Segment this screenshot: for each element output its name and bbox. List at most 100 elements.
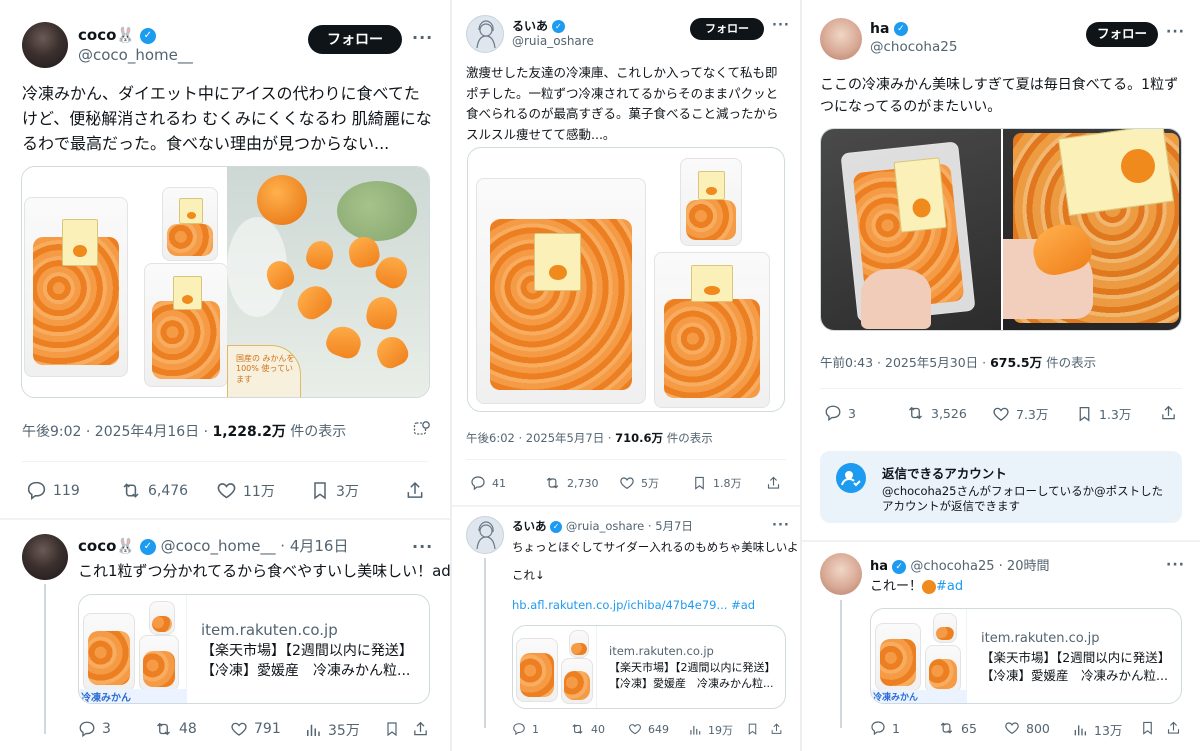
bookmark-button[interactable]: 3万 — [310, 480, 359, 501]
affiliate-link[interactable]: hb.afl.rakuten.co.jp/ichiba/47b4e79... — [512, 598, 727, 612]
more-icon[interactable]: ··· — [1166, 557, 1185, 573]
tweet-timestamp[interactable]: 午前0:43 · 2025年5月30日 · 675.5万 件の表示 — [820, 352, 1096, 371]
tweet-media[interactable] — [467, 147, 785, 412]
reply-text-2: これ↓ — [512, 568, 545, 582]
follow-button[interactable]: フォロー — [690, 18, 764, 40]
share-button[interactable] — [405, 480, 425, 501]
like-button[interactable]: 7.3万 — [992, 404, 1048, 423]
views-button[interactable]: 13万 — [1072, 720, 1122, 739]
person-check-icon — [836, 463, 866, 493]
translate-icon[interactable] — [413, 420, 431, 442]
tweet-media[interactable]: 国産の みかんを100% 使っています — [21, 166, 430, 398]
hand-photo — [821, 129, 1001, 330]
reply-icon — [471, 476, 485, 491]
bookmark-icon — [314, 482, 326, 500]
bookmark-button[interactable] — [1140, 720, 1155, 736]
repost-button[interactable]: 6,476 — [120, 480, 188, 501]
bookmark-button[interactable]: 1.8万 — [692, 475, 742, 491]
bookmark-button[interactable]: 1.3万 — [1076, 404, 1131, 423]
like-icon — [217, 483, 236, 499]
reply-button[interactable]: 3 — [78, 720, 111, 738]
bookmark-icon — [748, 723, 757, 735]
bookmark-icon — [1143, 721, 1152, 735]
reply-author-handle[interactable]: @coco_home__ — [161, 537, 276, 555]
bookmark-icon — [695, 476, 704, 490]
views-icon — [1074, 724, 1086, 735]
tweet-timestamp[interactable]: 午後9:02 · 2025年4月16日 · 1,228.2万 件の表示 — [22, 421, 346, 441]
link-card[interactable]: item.rakuten.co.jp 【楽天市場】【2週間以内に発送】 【冷凍】… — [512, 625, 786, 709]
tweet-timestamp[interactable]: 午後6:02 · 2025年5月7日 · 710.6万 件の表示 — [466, 430, 713, 446]
like-icon — [629, 724, 641, 735]
avatar[interactable] — [466, 15, 504, 53]
avatar[interactable] — [22, 22, 68, 68]
link-card[interactable]: 冷凍みかん item.rakuten.co.jp 【楽天市場】【2週間以内に発送… — [78, 594, 430, 704]
reply-button[interactable]: 119 — [26, 480, 80, 501]
share-button[interactable] — [412, 720, 429, 738]
share-button[interactable] — [766, 475, 781, 491]
reply-icon — [27, 481, 46, 500]
more-icon[interactable]: ··· — [412, 537, 433, 556]
repost-button[interactable]: 65 — [938, 720, 977, 736]
link-card[interactable]: 冷凍みかん item.rakuten.co.jp 【楽天市場】【2週間以内に発送… — [870, 608, 1182, 704]
reply-text: ちょっとほぐしてサイダー入れるのもめちゃ美味しいよ！ — [512, 540, 800, 554]
image-badge: 国産の みかんを100% 使っています — [227, 345, 301, 397]
like-button[interactable]: 649 — [628, 722, 669, 736]
follow-button[interactable]: フォロー — [1086, 22, 1158, 47]
views-button[interactable]: 19万 — [688, 722, 733, 738]
author-name[interactable]: るいあ — [512, 19, 548, 33]
share-button[interactable] — [770, 722, 783, 736]
card-title: 【楽天市場】【2週間以内に発送】 【冷凍】愛媛産 冷凍みかん粒... — [201, 643, 413, 680]
reply-date[interactable]: · 5月7日 — [648, 519, 693, 533]
follow-button[interactable]: フォロー — [308, 25, 402, 54]
repost-icon — [546, 477, 559, 489]
more-icon[interactable]: ··· — [1166, 24, 1185, 40]
more-icon[interactable]: ··· — [772, 518, 790, 533]
like-icon — [1005, 722, 1019, 735]
reply-button[interactable]: 41 — [470, 475, 506, 491]
bookmark-button[interactable] — [746, 722, 759, 736]
reply-avatar[interactable] — [22, 534, 68, 580]
reply-button[interactable]: 1 — [512, 722, 539, 736]
reply-author-name[interactable]: coco🐰 — [78, 537, 135, 555]
reply-button[interactable]: 1 — [870, 720, 900, 736]
views-button[interactable]: 35万 — [304, 720, 360, 740]
repost-button[interactable]: 2,730 — [544, 475, 599, 491]
reply-date[interactable]: · 20時間 — [999, 559, 1050, 574]
reply-avatar[interactable] — [466, 516, 504, 554]
repost-button[interactable]: 3,526 — [906, 404, 967, 422]
share-button[interactable] — [1166, 720, 1181, 736]
hashtag-link[interactable]: #ad — [731, 598, 755, 612]
author-handle[interactable]: @coco_home__ — [78, 46, 193, 64]
like-button[interactable]: 5万 — [619, 475, 659, 491]
like-button[interactable]: 11万 — [216, 480, 275, 501]
reply-button[interactable]: 3 — [824, 404, 856, 422]
reply-date[interactable]: · 4月16日 — [280, 537, 348, 555]
reply-avatar[interactable] — [820, 553, 862, 595]
tweet-text: ここの冷凍みかん美味しすぎて夏は毎日食べてる。1粒ずつになってるのがまたいい。 — [820, 77, 1179, 116]
reply-author-handle[interactable]: @chocoha25 — [910, 559, 994, 574]
like-button[interactable]: 800 — [1004, 720, 1050, 736]
author-name[interactable]: ha — [870, 21, 889, 37]
repost-button[interactable]: 48 — [154, 720, 197, 738]
bookmark-button[interactable] — [384, 720, 400, 738]
more-icon[interactable]: ··· — [412, 28, 433, 47]
reply-author-name[interactable]: ha — [870, 559, 888, 574]
avatar[interactable] — [820, 18, 862, 60]
author-name[interactable]: coco🐰 — [78, 26, 135, 44]
repost-button[interactable]: 40 — [570, 722, 605, 736]
tweet-media[interactable] — [820, 128, 1182, 331]
repost-icon — [940, 722, 953, 734]
reply-author-handle[interactable]: @ruia_oshare — [566, 519, 644, 533]
like-icon — [993, 407, 1009, 421]
share-button[interactable] — [1160, 404, 1177, 422]
orange-emoji-icon — [922, 579, 937, 594]
author-row: ha ✓ — [870, 21, 908, 37]
share-icon — [1167, 721, 1180, 734]
like-button[interactable]: 791 — [230, 720, 281, 738]
more-icon[interactable]: ··· — [772, 18, 790, 33]
reply-author-name[interactable]: るいあ — [512, 519, 547, 533]
product-photo — [476, 178, 646, 404]
hashtag-link[interactable]: #ad — [936, 579, 963, 594]
author-handle[interactable]: @chocoha25 — [870, 39, 957, 55]
author-handle[interactable]: @ruia_oshare — [512, 34, 594, 48]
